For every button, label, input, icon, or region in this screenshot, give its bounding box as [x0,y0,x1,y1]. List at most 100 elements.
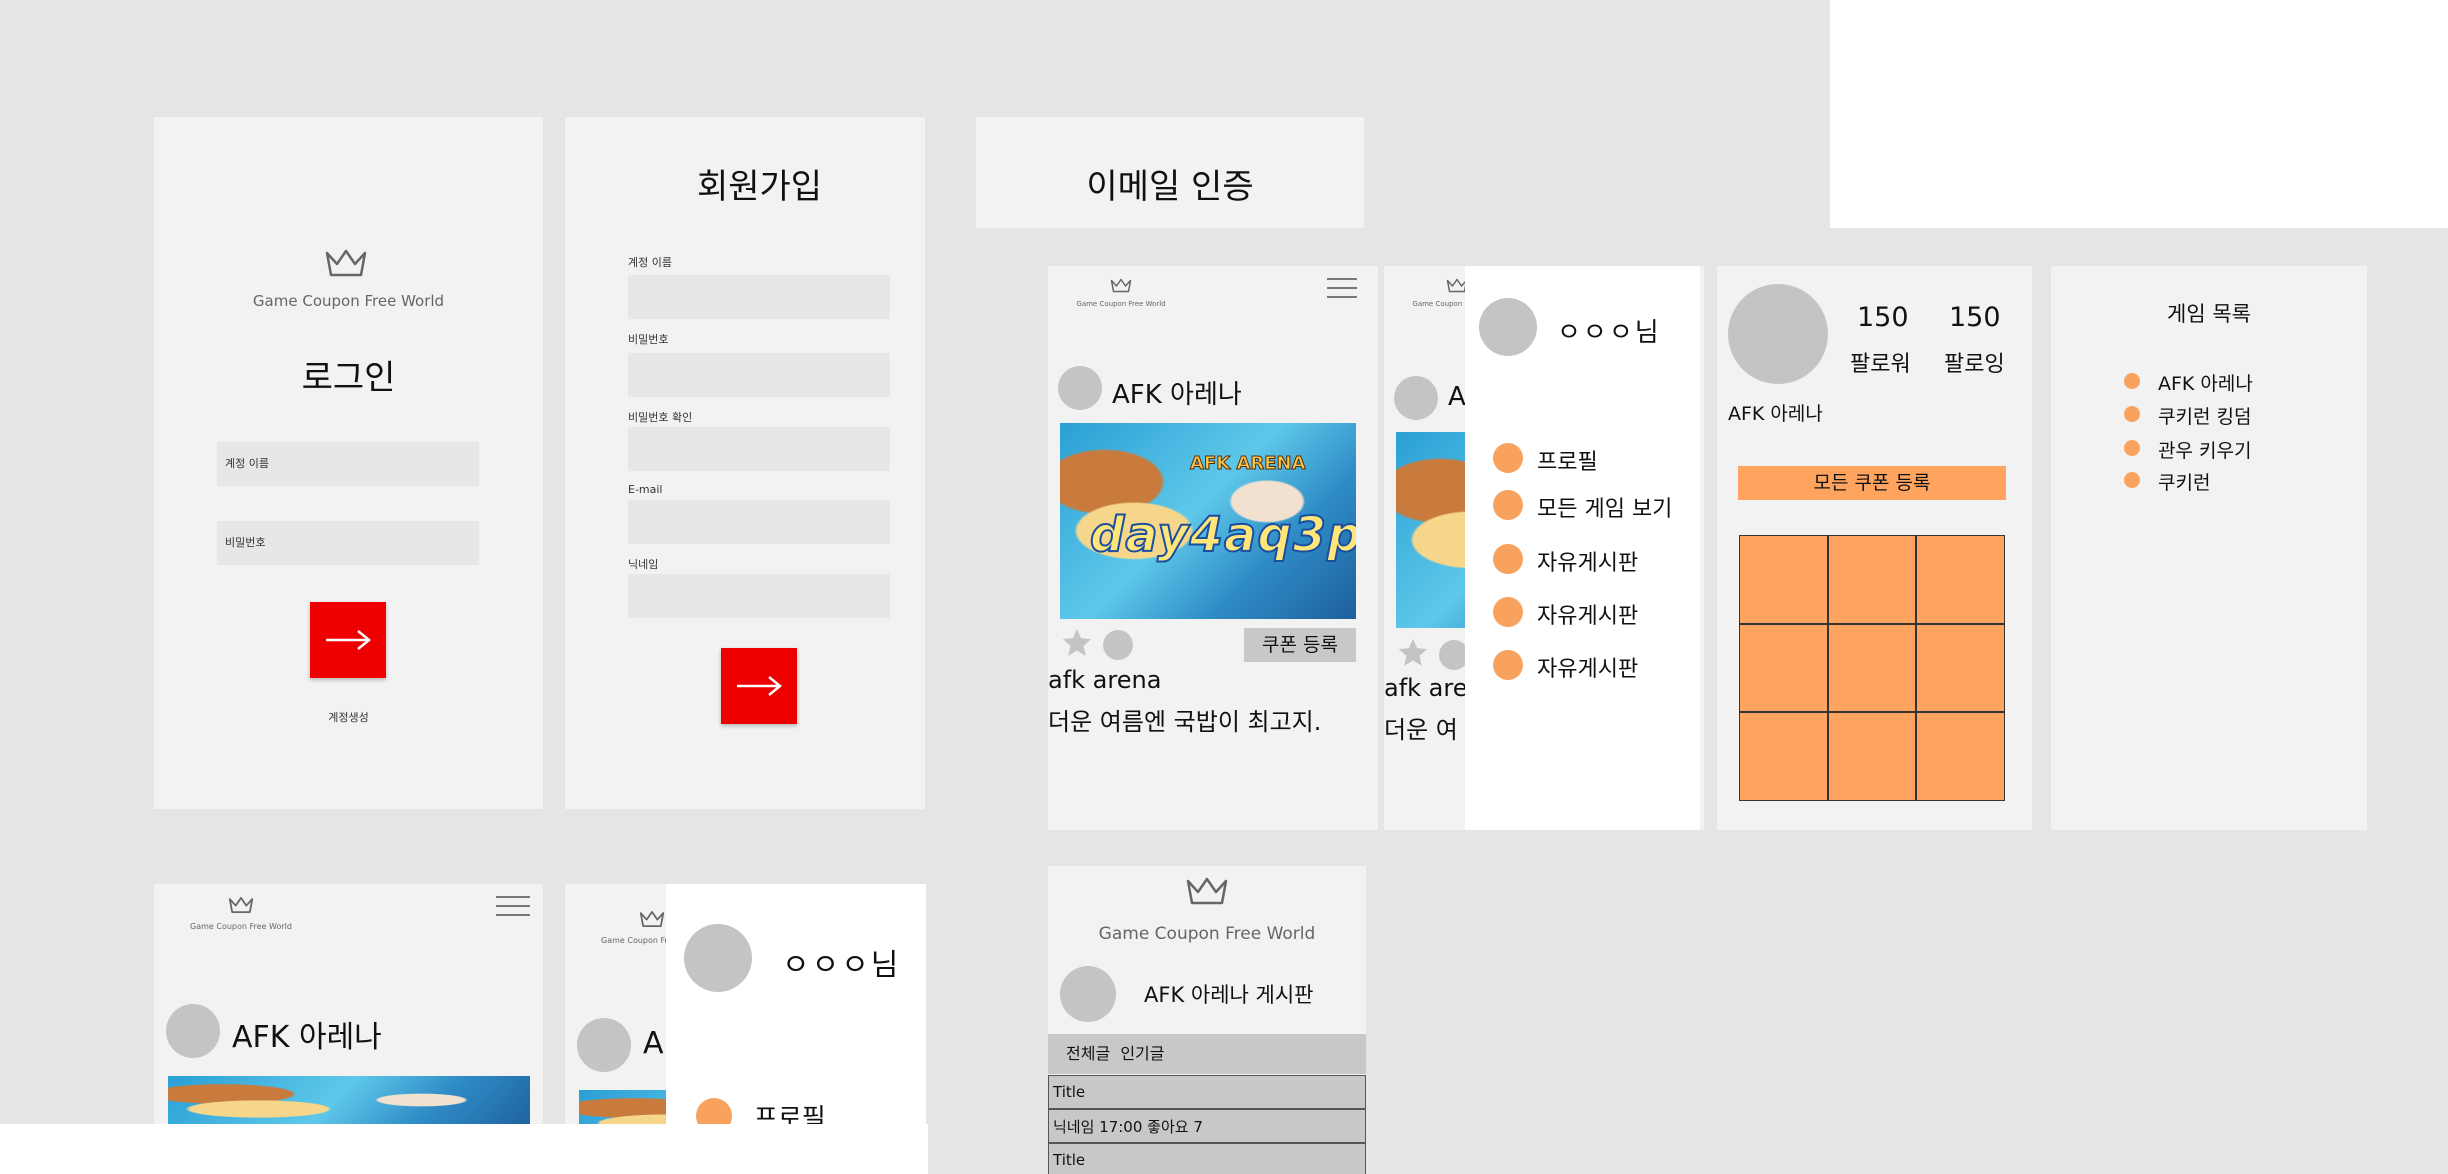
art-logo: AFK ARENA [1190,453,1307,475]
brand-name: Game Coupon Free World [252,292,445,310]
signup-nickname-label: 닉네임 [628,558,659,571]
arrow-right-icon [326,630,371,650]
game-avatar [577,1018,631,1072]
signup-account-field[interactable] [628,275,890,319]
game-avatar [1058,366,1102,410]
followers-label[interactable]: 팔로워 [1850,346,1911,378]
user-avatar [1479,298,1537,356]
arrow-right-icon [737,676,782,696]
menu-user-name: ㅇㅇㅇ님 [1557,318,1661,348]
signup-password-confirm-field[interactable] [628,427,890,471]
crown-logo-icon [639,911,665,927]
signup-account-label: 계정 이름 [628,256,672,269]
coupon-grid-cell[interactable] [1827,623,1917,713]
board-tabs[interactable]: 전체글 인기글 [1048,1034,1366,1074]
hamburger-menu-icon[interactable] [496,896,530,923]
account-name-label: 계정 이름 [225,457,269,470]
crown-logo-icon [325,249,367,277]
menu-item-all-games[interactable]: 모든 게임 보기 [1537,491,1672,523]
crown-logo-icon [1110,278,1132,293]
menu-bullet-icon [1493,490,1523,520]
signup-password-field[interactable] [628,353,890,397]
crown-logo-icon [228,897,254,913]
email-verify-title: 이메일 인증 [1086,167,1254,207]
coupon-grid-cell[interactable] [1916,535,2005,624]
game-name: AFK 아레나 [232,1020,382,1055]
coupon-grid-cell[interactable] [1916,623,2005,713]
list-bullet-icon [2124,406,2140,422]
coupon-grid-cell[interactable] [1827,535,1917,624]
coupon-grid [1739,535,2005,801]
signup-password-label: 비밀번호 [628,333,669,346]
bottom-feed-frame: Game Coupon Free World AFK 아레나 [154,884,543,1124]
game-artwork-image: AFK ARENA day4aq3pyw [1060,423,1356,619]
brand-name: Game Coupon Free World [1076,300,1166,308]
profile-frame: 150 150 팔로워 팔로잉 AFK 아레나 모든 쿠폰 등록 [1717,266,2032,830]
comment-avatar [1103,630,1133,660]
list-bullet-icon [2124,440,2140,456]
create-account-link[interactable]: 계정생성 [154,709,543,725]
menu-user-name: ㅇㅇㅇ님 [782,948,901,983]
game-list-title: 게임 목록 [2167,302,2251,326]
menu-bullet-icon [1493,650,1523,680]
following-count: 150 [1949,302,2001,333]
password-field[interactable]: 비밀번호 [217,521,479,565]
game-list-item[interactable]: 관우 키우기 [2158,436,2251,463]
game-list-item[interactable]: 쿠키런 킹덤 [2158,402,2251,429]
coupon-grid-cell[interactable] [1827,712,1917,801]
login-frame: Game Coupon Free World 로그인 계정 이름 비밀번호 계정… [154,117,543,809]
signup-frame: 회원가입 계정 이름 비밀번호 비밀번호 확인 E-mail 닉네임 [565,117,925,809]
signup-password-confirm-label: 비밀번호 확인 [628,411,693,424]
all-coupons-label: 모든 쿠폰 등록 [1813,472,1931,494]
board-frame: Game Coupon Free World AFK 아레나 게시판 전체글 인… [1048,866,1366,1174]
board-row-title[interactable]: Title [1048,1075,1366,1109]
game-list-item[interactable]: 쿠키런 [2158,468,2210,495]
brand-name: Game Coupon Free World [1098,924,1316,944]
hamburger-menu-icon[interactable] [1327,278,1357,305]
post-title: afk arena [1048,666,1162,694]
menu-bullet-icon [1493,544,1523,574]
coupon-grid-cell[interactable] [1739,623,1828,713]
crown-logo-icon [1186,877,1228,905]
board-row-title[interactable]: Title [1048,1143,1366,1174]
list-bullet-icon [2124,373,2140,389]
email-verify-frame: 이메일 인증 [976,117,1364,228]
menu-item-free-board[interactable]: 자유게시판 [1537,651,1638,683]
login-submit-button[interactable] [310,602,386,678]
following-label[interactable]: 팔로잉 [1944,346,2005,378]
menu-item-free-board[interactable]: 자유게시판 [1537,598,1638,630]
star-icon[interactable] [1396,636,1430,670]
brand-name: Game Coupon Free World [190,922,292,931]
post-body: 더운 여름엔 국밥이 최고지. [1048,708,1322,736]
signup-submit-button[interactable] [721,648,797,724]
all-coupons-button[interactable]: 모든 쿠폰 등록 [1738,466,2006,500]
game-artwork-image [168,1076,530,1124]
game-name-cut: A [643,1026,664,1061]
feed-frame: Game Coupon Free World AFK 아레나 AFK ARENA… [1048,266,1378,830]
menu-bullet-icon [1493,443,1523,473]
signup-email-field[interactable] [628,500,890,544]
signup-email-label: E-mail [628,483,663,496]
coupon-grid-cell[interactable] [1739,712,1828,801]
coupon-register-label: 쿠폰 등록 [1262,634,1338,656]
board-avatar [1060,966,1116,1022]
post-title-cut: afk are [1384,674,1468,702]
list-bullet-icon [2124,472,2140,488]
account-name-field[interactable]: 계정 이름 [217,442,479,486]
profile-avatar [1728,284,1828,384]
coupon-code-art: day4aq3pyw [1089,506,1356,564]
menu-item-profile[interactable]: 프로필 [1537,444,1598,476]
coupon-grid-cell[interactable] [1916,712,2005,801]
coupon-register-button[interactable]: 쿠폰 등록 [1244,628,1356,662]
coupon-grid-cell[interactable] [1739,535,1828,624]
signup-nickname-field[interactable] [628,574,890,618]
game-avatar [166,1004,220,1058]
game-avatar [1394,376,1438,420]
game-list-item[interactable]: AFK 아레나 [2158,369,2253,396]
star-icon[interactable] [1060,626,1094,660]
menu-item-free-board[interactable]: 자유게시판 [1537,545,1638,577]
board-row-meta: 닉네임 17:00 좋아요 7 [1048,1109,1366,1143]
menu-bullet-icon [1493,597,1523,627]
signup-title: 회원가입 [696,167,823,207]
side-menu-panel: ㅇㅇㅇ님 프로필 모든 게임 보기 자유게시판 자유게시판 자유게시판 [1465,266,1700,830]
